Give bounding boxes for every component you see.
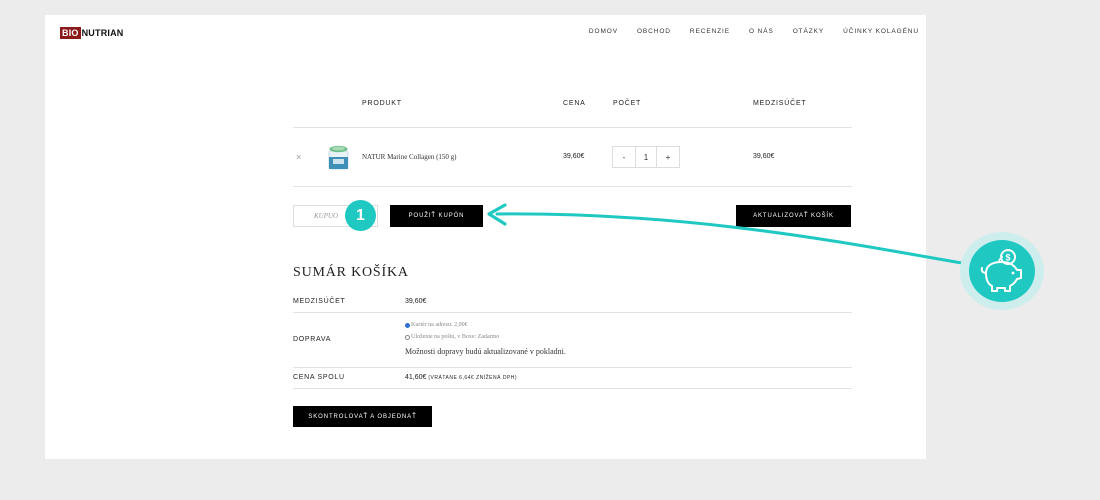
shipping-option-post[interactable]: Uloženie na poštu, v Boxe: Zadarmo xyxy=(405,334,499,340)
shipping-option-label: Kuriér na adresu: 2,00€ xyxy=(411,322,468,328)
nav-recenzie[interactable]: RECENZIE xyxy=(690,28,730,35)
apply-coupon-button[interactable]: POUŽIŤ KUPÓN xyxy=(390,205,483,227)
piggy-bank-coin-icon: $ xyxy=(969,240,1035,302)
divider xyxy=(293,312,852,313)
main-nav: DOMOV OBCHOD RECENZIE O NÁS OTÁZKY ÚČINK… xyxy=(589,28,919,35)
total-vat-note: (VRÁTANE 6,64€ ZNÍŽENÁ DPH) xyxy=(428,375,518,381)
divider xyxy=(293,367,852,368)
logo-text: NUTRIAN xyxy=(81,28,124,38)
logo-bio: BIO xyxy=(60,27,81,39)
svg-text:$: $ xyxy=(1005,253,1010,263)
divider xyxy=(293,388,852,389)
product-thumbnail[interactable] xyxy=(325,143,352,171)
divider xyxy=(293,127,852,128)
radio-selected-icon[interactable] xyxy=(405,322,410,328)
col-product: PRODUKT xyxy=(362,100,402,107)
nav-ucinky-kolagenu[interactable]: ÚČINKY KOLAGÉNU xyxy=(843,28,919,35)
total-label: CENA SPOLU xyxy=(293,374,345,381)
nav-o-nas[interactable]: O NÁS xyxy=(749,28,774,35)
update-cart-button[interactable]: AKTUALIZOVAŤ KOŠÍK xyxy=(736,205,851,227)
radio-icon[interactable] xyxy=(405,334,410,340)
total-value-wrap: 41,60€ (VRÁTANE 6,64€ ZNÍŽENÁ DPH) xyxy=(405,374,517,381)
nav-domov[interactable]: DOMOV xyxy=(589,28,618,35)
piggy-bank-icon: $ xyxy=(980,249,1022,292)
summary-subtotal-value: 39,60€ xyxy=(405,298,427,305)
checkout-button[interactable]: SKONTROLOVAŤ A OBJEDNAŤ xyxy=(293,406,432,427)
shipping-note: Možnosti dopravy budú aktualizované v po… xyxy=(405,347,566,356)
logo[interactable]: BIO NUTRIAN xyxy=(60,27,124,39)
remove-item-button[interactable]: × xyxy=(296,152,301,162)
page: BIO NUTRIAN DOMOV OBCHOD RECENZIE O NÁS … xyxy=(45,15,926,459)
qty-minus-button[interactable]: - xyxy=(613,147,635,167)
step-badge: 1 xyxy=(345,200,376,231)
nav-obchod[interactable]: OBCHOD xyxy=(637,28,671,35)
col-quantity: POČET xyxy=(613,100,642,107)
item-subtotal: 39,60€ xyxy=(753,153,775,160)
qty-input[interactable]: 1 xyxy=(635,147,657,167)
product-price: 39,60€ xyxy=(563,153,585,160)
col-subtotal: MEDZISÚČET xyxy=(753,100,807,107)
summary-subtotal-label: MEDZISÚČET xyxy=(293,298,346,305)
quantity-stepper: - 1 + xyxy=(612,146,680,168)
divider xyxy=(293,186,852,187)
col-price: CENA xyxy=(563,100,586,107)
shipping-option-courier[interactable]: Kuriér na adresu: 2,00€ xyxy=(405,322,468,328)
shipping-option-label: Uloženie na poštu, v Boxe: Zadarmo xyxy=(411,334,500,340)
nav-otazky[interactable]: OTÁZKY xyxy=(793,28,824,35)
summary-title: SUMÁR KOŠÍKA xyxy=(293,265,409,280)
shipping-label: DOPRAVA xyxy=(293,336,332,343)
product-name[interactable]: NATUR Marine Collagen (150 g) xyxy=(362,153,456,161)
qty-plus-button[interactable]: + xyxy=(657,147,679,167)
total-value: 41,60€ xyxy=(405,374,427,381)
